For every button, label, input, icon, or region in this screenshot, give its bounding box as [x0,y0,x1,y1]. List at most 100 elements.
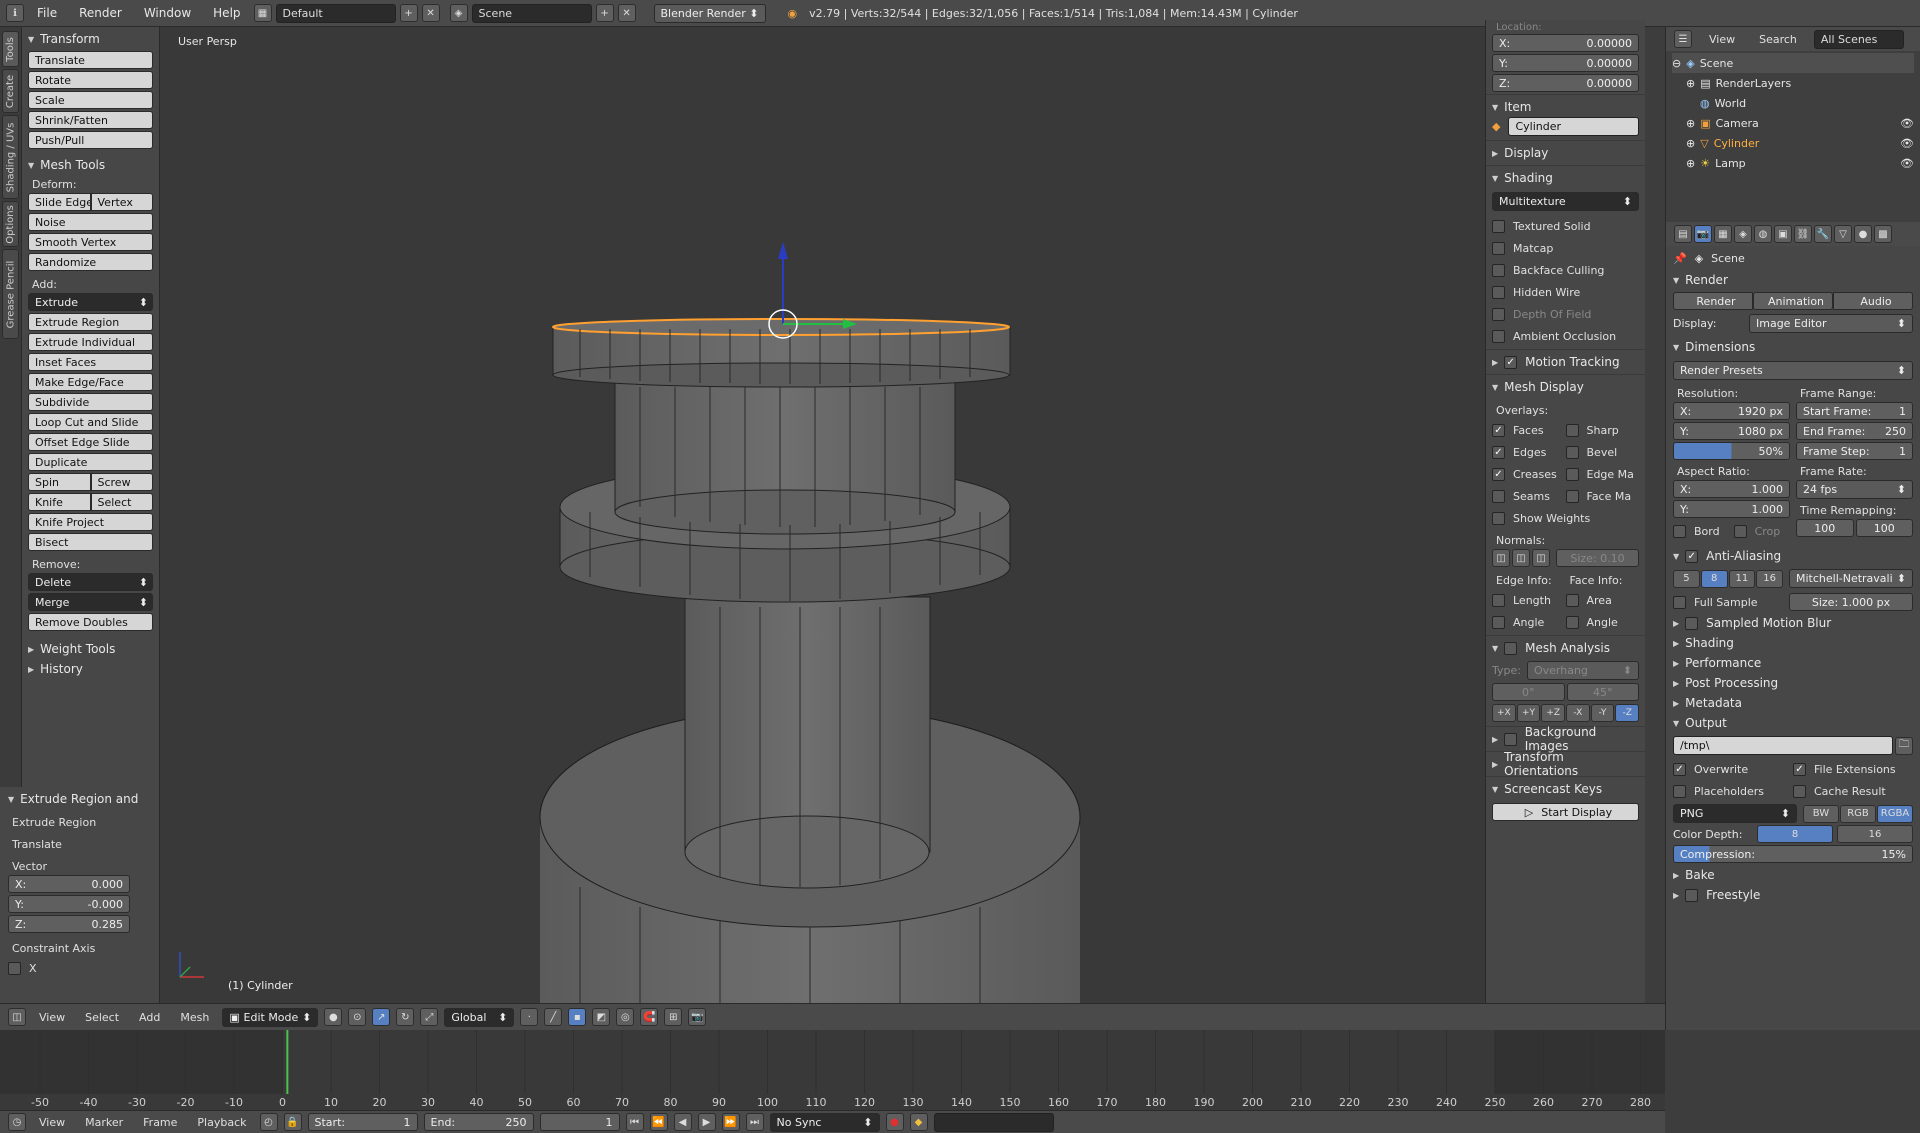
material-tab-icon[interactable]: ● [1854,225,1872,243]
show-weights-check[interactable]: Show Weights [1492,507,1639,529]
axis-neg-z[interactable]: -Z [1615,704,1640,722]
play-reverse-icon[interactable]: ◀ [673,1113,692,1131]
slide-vertex-button[interactable]: Vertex [90,193,153,211]
crop-check[interactable]: Crop [1733,520,1780,542]
current-frame-input[interactable]: 1 [539,1113,620,1131]
screw-button[interactable]: Screw [90,473,153,491]
aa-filter-select[interactable]: Mitchell-Netravali ⬍ [1789,569,1913,588]
remove-doubles-button[interactable]: Remove Doubles [28,613,153,631]
shading-props-header[interactable]: ▶ Shading [1673,633,1913,653]
prev-keyframe-icon[interactable]: ⏪ [649,1113,668,1131]
output-path-field[interactable]: /tmp\ [1673,736,1893,755]
display-mode-select[interactable]: All Scenes [1813,29,1904,49]
lock-icon[interactable]: 🔒 [283,1113,302,1131]
normals-size-field[interactable]: Size: 0.10 [1556,549,1639,567]
scene-tab-icon[interactable]: ◈ [1734,225,1752,243]
translate-button[interactable]: Translate [28,51,153,69]
audio-button[interactable]: Audio [1833,292,1913,310]
record-icon[interactable]: ● [885,1113,904,1131]
scene-icon[interactable]: ◈ [449,4,468,22]
make-edge-face-button[interactable]: Make Edge/Face [28,373,153,391]
menu-file[interactable]: File [28,6,66,20]
display-select[interactable]: Image Editor ⬍ [1749,314,1913,333]
add-menu[interactable]: Add [132,1011,167,1024]
subdivide-button[interactable]: Subdivide [28,393,153,411]
color-rgb[interactable]: RGB [1840,804,1876,823]
fps-select[interactable]: 24 fps ⬍ [1796,480,1913,499]
range-max-field[interactable]: 45° [1566,683,1639,701]
vertex-normals-icon[interactable]: ◫ [1492,549,1510,567]
modifiers-tab-icon[interactable]: 🔧 [1814,225,1832,243]
keying-set-icon[interactable]: ◆ [909,1113,928,1131]
freestyle-header[interactable]: ▶ Freestyle [1673,885,1913,905]
range-min-field[interactable]: 0° [1492,683,1565,701]
slide-edge-button[interactable]: Slide Edge [28,193,91,211]
seams-check[interactable]: Seams [1492,485,1566,507]
menu-window[interactable]: Window [135,6,200,20]
next-keyframe-icon[interactable]: ⏩ [721,1113,740,1131]
display-header[interactable]: ▶ Display [1492,143,1639,163]
proportional-edit-icon[interactable]: ◎ [616,1008,635,1026]
performance-header[interactable]: ▶ Performance [1673,653,1913,673]
face-marks-check[interactable]: Face Ma [1565,485,1640,507]
animation-button[interactable]: Animation [1753,292,1833,310]
aa-samples-5[interactable]: 5 [1673,569,1700,588]
preview-range-icon[interactable]: ◴ [259,1113,278,1131]
mesh-menu[interactable]: Mesh [173,1011,216,1024]
knife-select-button[interactable]: Select [90,493,153,511]
faces-check[interactable]: ✓ Faces [1492,419,1566,441]
color-bw[interactable]: BW [1803,804,1839,823]
constraint-x-check[interactable]: X [8,957,151,979]
tab-grease-pencil[interactable]: Grease Pencil [2,249,19,339]
post-processing-header[interactable]: ▶ Post Processing [1673,673,1913,693]
outliner-view-menu[interactable]: View [1702,33,1742,46]
sync-select[interactable]: No Sync ⬍ [769,1112,880,1132]
scale-button[interactable]: Scale [28,91,153,109]
analysis-type-select[interactable]: Overhang ⬍ [1526,661,1639,680]
operator-header[interactable]: ▼ Extrude Region and [8,789,151,809]
res-x-field[interactable]: X: 1920 px [1673,402,1790,420]
remove-layout-icon[interactable]: ✕ [421,4,440,22]
rotate-button[interactable]: Rotate [28,71,153,89]
3d-view-editor-icon[interactable]: ◫ [8,1008,26,1026]
extrude-region-button[interactable]: Extrude Region [28,313,153,331]
remap-old-field[interactable]: 100 [1796,519,1854,537]
loop-cut-button[interactable]: Loop Cut and Slide [28,413,153,431]
timeline[interactable]: -50 -40 -30 -20 -10 0 10 20 30 40 50 60 70 80 90 100 110… [0,1030,1665,1110]
info-editor-icon[interactable]: ℹ [6,4,24,22]
transform-orient-header[interactable]: ▶ Transform Orientations [1492,750,1639,778]
knife-button[interactable]: Knife [28,493,91,511]
aa-samples-16[interactable]: 16 [1756,569,1783,588]
render-panel-header[interactable]: ▼ Render [1673,270,1913,290]
depth-8[interactable]: 8 [1757,825,1833,843]
axis-neg-x[interactable]: -X [1566,704,1590,722]
edges-check[interactable]: ✓ Edges [1492,441,1566,463]
anti-aliasing-header[interactable]: ▼ ✓ Anti-Aliasing [1673,546,1913,566]
frame-step-field[interactable]: Frame Step: 1 [1796,442,1913,460]
compression-slider[interactable]: Compression: 15% [1673,845,1913,863]
tl-playback-menu[interactable]: Playback [190,1116,253,1129]
vector-x-field[interactable]: X: 0.000 [8,875,130,893]
depth-16[interactable]: 16 [1837,825,1913,843]
bg-images-header[interactable]: ▶ Background Images [1492,725,1639,753]
cache-result-check[interactable]: Cache Result [1793,780,1913,802]
output-header[interactable]: ▼ Output [1673,713,1913,733]
mesh-tools-header[interactable]: ▼ Mesh Tools [28,155,153,175]
pin-icon[interactable]: 📌 [1673,252,1687,265]
orientation-select[interactable]: Global ⬍ [444,1007,515,1027]
checkbox-icon[interactable] [1504,641,1518,655]
properties-editor-icon[interactable]: ▤ [1674,225,1692,243]
creases-check[interactable]: ✓ Creases [1492,463,1566,485]
start-display-button[interactable]: ▷ Start Display [1492,803,1639,821]
outliner-cylinder-row[interactable]: ⊕ ▽ Cylinder 👁 [1672,133,1914,153]
bake-header[interactable]: ▶ Bake [1673,865,1913,885]
screencast-header[interactable]: ▼ Screencast Keys [1492,779,1639,799]
object-tab-icon[interactable]: ▣ [1774,225,1792,243]
snap-icon[interactable]: 🧲 [640,1008,659,1026]
add-layout-icon[interactable]: + [399,4,418,22]
extrude-individual-button[interactable]: Extrude Individual [28,333,153,351]
folder-icon[interactable]: 🗀 [1895,736,1913,755]
render-tab-icon[interactable]: 📷 [1694,225,1712,243]
constraints-tab-icon[interactable]: ⛓ [1794,225,1812,243]
shrink-fatten-button[interactable]: Shrink/Fatten [28,111,153,129]
